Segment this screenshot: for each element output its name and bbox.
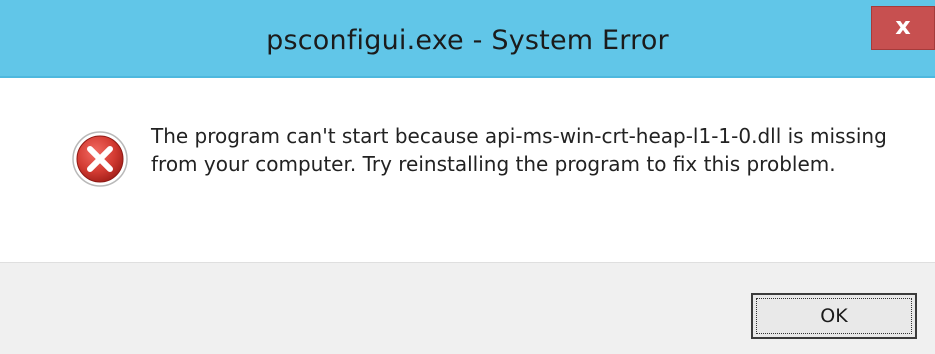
error-icon [72,131,128,187]
button-bar: OK [0,262,935,354]
window-title: psconfigui.exe - System Error [266,25,669,56]
ok-button-label: OK [756,298,912,334]
title-bar[interactable]: psconfigui.exe - System Error x [0,0,935,78]
close-icon: x [895,12,911,40]
close-button[interactable]: x [871,6,935,50]
dialog-content: The program can't start because api-ms-w… [0,78,935,262]
error-message: The program can't start because api-ms-w… [151,124,887,176]
system-error-dialog: psconfigui.exe - System Error x The prog… [0,0,935,354]
ok-button[interactable]: OK [751,293,917,339]
